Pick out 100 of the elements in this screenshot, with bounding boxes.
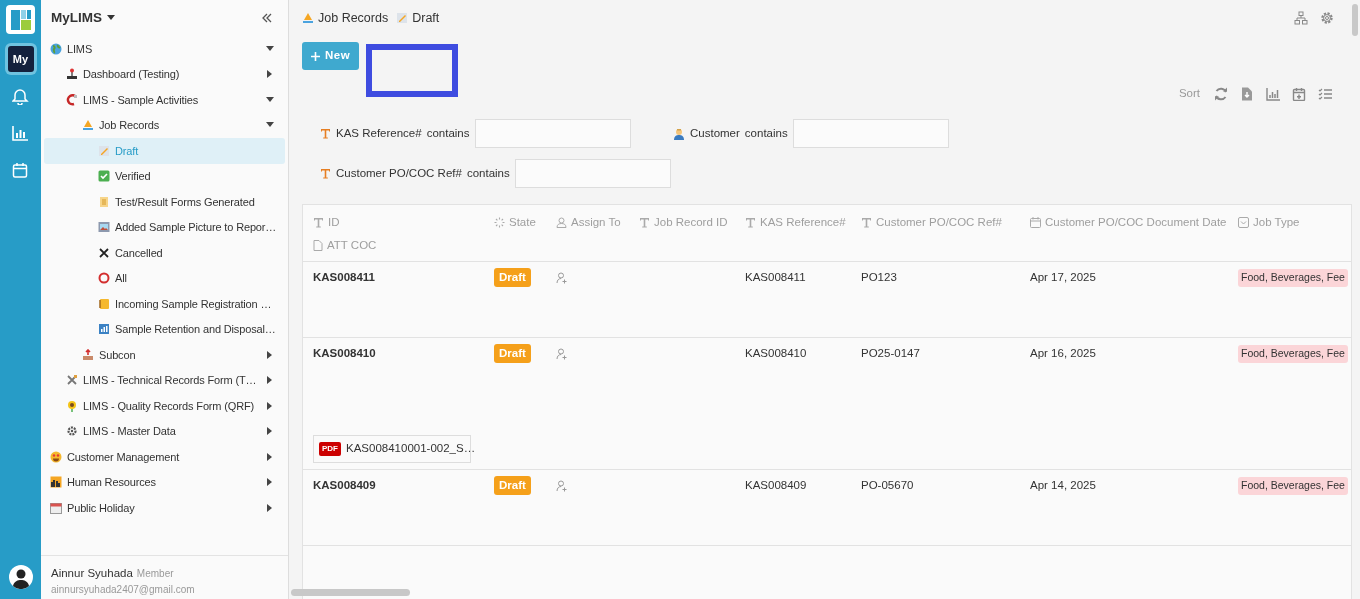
settings-icon[interactable] (1320, 11, 1334, 25)
calendar-icon (1030, 217, 1041, 228)
table-cell-text: KAS008411 (745, 270, 806, 285)
text-type-icon (745, 217, 756, 228)
status-badge: Draft (494, 476, 531, 496)
magnet-icon (66, 93, 78, 106)
filter-label: KAS Reference# (336, 125, 422, 141)
job-type-tag: Food, Beverages, Fee (1238, 476, 1348, 495)
bell-icon[interactable] (12, 88, 29, 105)
add-user-icon[interactable] (556, 271, 568, 284)
person-icon (673, 127, 685, 140)
table-cell-text: KAS008409 (313, 478, 376, 493)
calendar-icon[interactable] (12, 162, 29, 179)
sunflower-icon (66, 399, 78, 412)
table-cell-text: KAS008410 (745, 346, 807, 361)
checklist-icon[interactable] (1318, 87, 1332, 101)
ring-icon (98, 272, 110, 285)
filter-label: Customer (690, 125, 740, 141)
user-email: ainnursyuhada2407@gmail.com (51, 583, 196, 598)
status-badge: Draft (494, 344, 531, 364)
sidebar-item[interactable]: All (44, 265, 285, 291)
dropdown-icon (1238, 217, 1249, 228)
add-user-icon[interactable] (556, 479, 568, 492)
table-cell-text: PO-05670 (861, 478, 914, 493)
sailboat-icon (302, 12, 314, 24)
app-logo[interactable] (6, 5, 35, 34)
memo-icon (98, 144, 110, 157)
user-name: Ainnur Syuhada (51, 567, 133, 579)
table-cell-text: KAS008410 (313, 346, 376, 361)
text-type-icon (320, 128, 331, 139)
table-cell-text: Apr 14, 2025 (1030, 478, 1096, 493)
workspace-title[interactable]: MyLIMS (51, 7, 102, 29)
sidebar-item[interactable]: LIMS - Technical Records Form (T… (44, 367, 285, 393)
filter-input[interactable] (792, 119, 949, 148)
sidebar-item[interactable]: Verified (44, 163, 285, 189)
report-icon (98, 323, 110, 336)
workspace-tile[interactable]: My (7, 46, 34, 72)
text-type-icon (861, 217, 872, 228)
calendar-plus-icon[interactable] (1292, 87, 1306, 101)
plus-icon (311, 51, 320, 61)
picture-icon (98, 221, 110, 234)
inbox-icon (82, 348, 94, 361)
refresh-icon[interactable] (1214, 87, 1228, 101)
sidebar-item[interactable]: Subcon (44, 342, 285, 368)
sidebar-item[interactable]: Dashboard (Testing) (44, 61, 285, 87)
globe-icon (50, 42, 62, 55)
filter-operator[interactable]: contains (426, 124, 470, 143)
filter-label: Customer PO/COC Ref# (336, 165, 462, 181)
city-icon (50, 476, 62, 489)
table-cell-text: Apr 16, 2025 (1030, 346, 1096, 361)
sidebar-item[interactable]: Incoming Sample Registration … (44, 291, 285, 317)
job-type-tag: Food, Beverages, Fee (1238, 268, 1348, 287)
close-icon (98, 246, 110, 259)
sidebar-item[interactable]: Test/Result Forms Generated (44, 189, 285, 215)
user-role: Member (136, 568, 174, 579)
breadcrumb-link[interactable]: Draft (396, 8, 440, 28)
check-icon (98, 170, 110, 183)
table-cell-text: PO25-0147 (861, 346, 920, 361)
collapse-icon[interactable] (262, 13, 272, 23)
sidebar-item[interactable]: Human Resources (44, 469, 285, 495)
loading-icon (494, 217, 505, 228)
sidebar-item[interactable]: LIMS - Sample Activities (44, 87, 285, 113)
user-icon (556, 217, 567, 228)
calendar-icon (50, 501, 62, 514)
text-type-icon (639, 217, 650, 228)
table-cell-text: PO123 (861, 270, 897, 285)
filter-input[interactable] (514, 159, 671, 188)
file-type-label: PDF (319, 442, 341, 456)
bar-chart-icon[interactable] (1266, 87, 1280, 101)
filter-input[interactable] (474, 119, 631, 148)
sidebar-item[interactable]: LIMS - Quality Records Form (QRF) (44, 393, 285, 419)
sidebar-item[interactable]: Customer Management (44, 444, 285, 470)
sidebar-item[interactable]: Public Holiday (44, 495, 285, 521)
sidebar-item[interactable]: LIMS - Master Data (44, 418, 285, 444)
table-cell-text: Apr 17, 2025 (1030, 270, 1096, 285)
status-badge: Draft (494, 268, 531, 288)
sidebar-item[interactable]: Cancelled (44, 240, 285, 266)
text-type-icon (313, 217, 324, 228)
filter-operator[interactable]: contains (466, 164, 510, 183)
memo-icon (396, 12, 409, 24)
smiley-icon (50, 450, 62, 463)
breadcrumb-link[interactable]: Job Records (302, 8, 389, 28)
sidebar-item[interactable]: Sample Retention and Disposal… (44, 316, 285, 342)
file-icon (313, 240, 323, 251)
filter-operator[interactable]: contains (744, 124, 788, 143)
sidebar-item[interactable]: Added Sample Picture to Repor… (44, 214, 285, 240)
sidebar-item[interactable]: LIMS (44, 36, 285, 62)
notebook-icon (98, 297, 110, 310)
text-type-icon (320, 168, 331, 179)
sailboat-icon (82, 119, 94, 132)
download-file-icon[interactable] (1240, 87, 1254, 101)
sitemap-icon[interactable] (1294, 11, 1308, 25)
logo-icon (9, 8, 32, 31)
chart-icon[interactable] (12, 125, 29, 142)
add-user-icon[interactable] (556, 347, 568, 360)
scrollbar[interactable] (291, 589, 410, 596)
avatar-icon[interactable] (8, 565, 33, 589)
job-type-tag: Food, Beverages, Fee (1238, 344, 1348, 363)
scrollbar[interactable] (1352, 4, 1358, 36)
sidebar-item[interactable]: Job Records (44, 112, 285, 138)
